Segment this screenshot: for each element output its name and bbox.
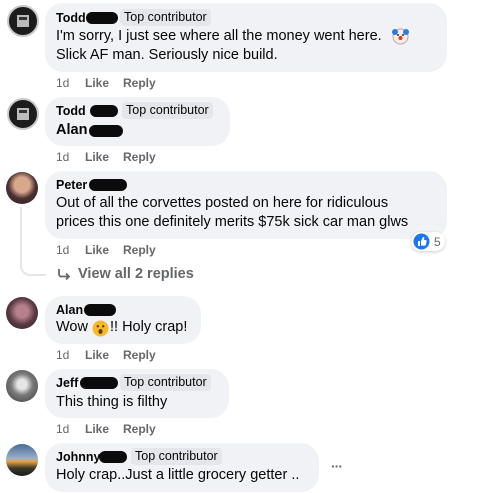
comment-text: Slick AF man. Seriously nice build.	[56, 47, 278, 63]
top-contributor-badge: Top contributor	[131, 448, 222, 465]
reply-button[interactable]: Reply	[123, 422, 156, 436]
timestamp[interactable]: 1d	[56, 243, 69, 257]
commenter-name[interactable]: Todd	[56, 11, 86, 25]
comment-actions: 1d Like Reply	[56, 348, 176, 363]
redacted-surname	[86, 12, 118, 24]
timestamp[interactable]: 1d	[56, 422, 69, 436]
reply-button[interactable]: Reply	[123, 348, 156, 362]
commenter-name[interactable]: Alan	[56, 303, 83, 317]
redacted-surname	[99, 451, 127, 463]
like-button[interactable]: Like	[85, 150, 109, 164]
like-button[interactable]: Like	[85, 76, 109, 90]
surprised-emoji-icon	[92, 320, 109, 342]
redacted-surname	[84, 304, 116, 316]
timestamp[interactable]: 1d	[56, 348, 69, 362]
avatar-todd[interactable]	[7, 98, 39, 130]
comment-text: I'm sorry, I just see where all the mone…	[56, 28, 382, 44]
redacted-surname	[89, 125, 123, 137]
avatar-jeff[interactable]	[6, 370, 38, 402]
timestamp[interactable]: 1d	[56, 76, 69, 90]
comment-text: Out of all the corvettes posted on here …	[56, 195, 389, 211]
timestamp[interactable]: 1d	[56, 150, 69, 164]
top-contributor-badge: Top contributor	[120, 9, 211, 26]
avatar-todd[interactable]	[7, 5, 39, 37]
comment-actions: 1d Like Reply	[56, 150, 176, 165]
redacted-surname	[90, 105, 118, 117]
view-all-replies-link[interactable]: View all 2 replies	[78, 266, 194, 282]
clown-emoji-icon	[392, 28, 409, 50]
top-contributor-badge: Top contributor	[120, 374, 211, 391]
avatar-alan[interactable]	[6, 297, 38, 329]
comment-text: Wow	[56, 319, 88, 335]
reply-button[interactable]: Reply	[123, 150, 156, 164]
comment-actions: 1d Like Reply	[56, 422, 176, 437]
like-button[interactable]: Like	[85, 422, 109, 436]
reply-button[interactable]: Reply	[123, 243, 156, 257]
reply-arrow-icon	[57, 267, 71, 286]
avatar-peter[interactable]	[6, 172, 38, 204]
comment-text: prices this one definitely merits $75k s…	[56, 214, 409, 230]
like-reaction-icon	[413, 233, 430, 255]
tagged-name[interactable]: Alan	[56, 122, 87, 138]
reaction-count-number: 5	[434, 235, 441, 249]
logo-icon	[17, 15, 29, 27]
redacted-surname	[80, 377, 118, 389]
commenter-name[interactable]: Johnny	[56, 450, 100, 464]
comment-actions: 1d Like Reply	[56, 76, 176, 91]
commenter-name[interactable]: Todd	[56, 104, 86, 118]
like-button[interactable]: Like	[85, 348, 109, 362]
reply-button[interactable]: Reply	[123, 76, 156, 90]
comment-text: This thing is filthy	[56, 394, 168, 410]
logo-icon	[17, 108, 29, 120]
commenter-name[interactable]: Peter	[56, 178, 87, 192]
comment-text: Holy crap..Just a little grocery getter …	[56, 467, 300, 483]
redacted-surname	[89, 179, 127, 191]
comment-actions: 1d Like Reply	[56, 243, 176, 258]
avatar-johnny[interactable]	[6, 444, 38, 476]
thread-connector	[20, 207, 46, 276]
like-button[interactable]: Like	[85, 243, 109, 257]
commenter-name[interactable]: Jeff	[56, 376, 78, 390]
comment-text: !! Holy crap!	[110, 319, 188, 335]
reaction-count[interactable]: 5	[411, 232, 445, 251]
more-options-button[interactable]: ···	[331, 458, 343, 474]
top-contributor-badge: Top contributor	[122, 102, 213, 119]
